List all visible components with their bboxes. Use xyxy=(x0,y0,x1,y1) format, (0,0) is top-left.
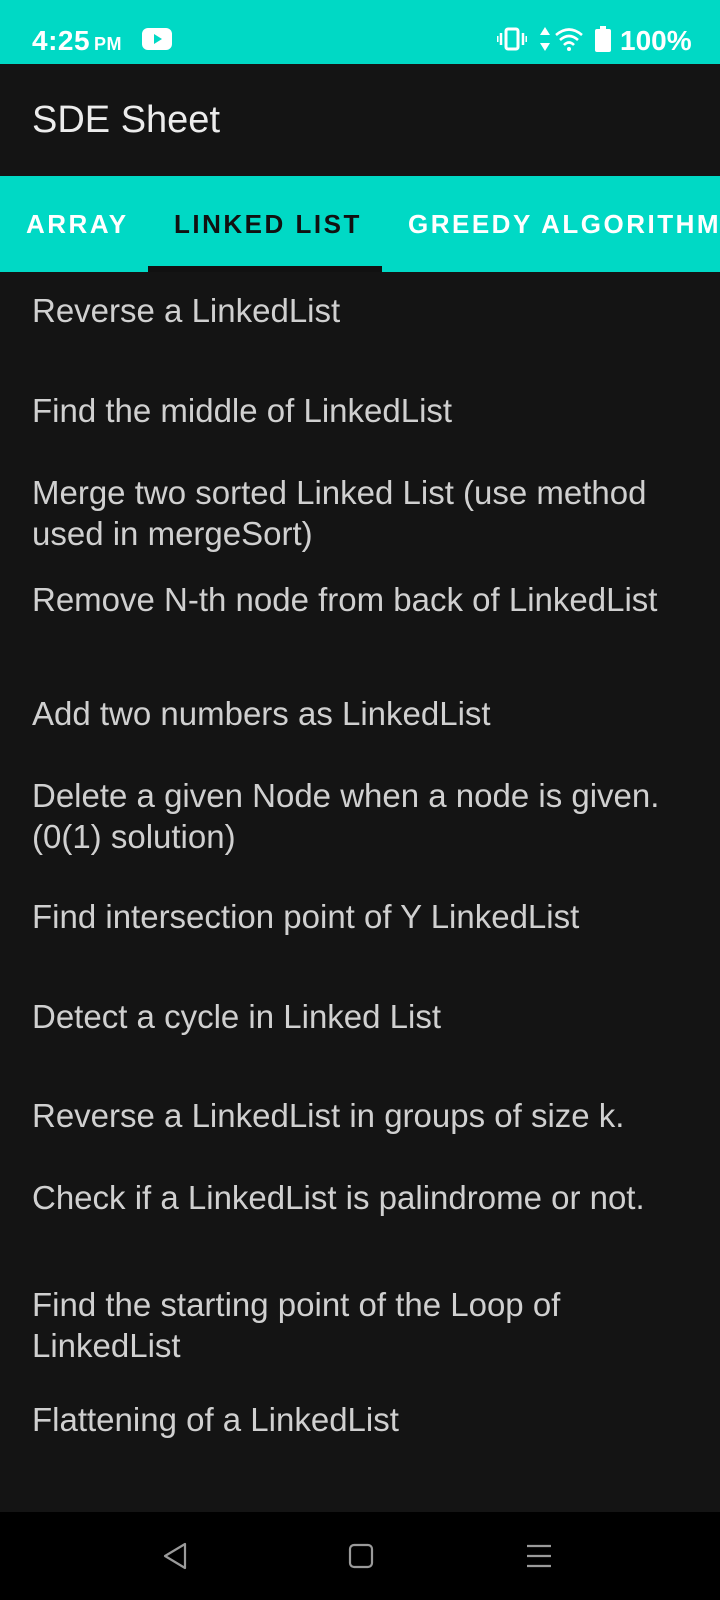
mobile-data-icon xyxy=(540,27,550,51)
back-icon[interactable] xyxy=(161,1540,193,1572)
list-item[interactable]: Detect a cycle in Linked List xyxy=(32,996,692,1037)
navigation-bar xyxy=(0,1512,720,1600)
page-title: SDE Sheet xyxy=(32,99,220,141)
list-item[interactable]: Find the middle of LinkedList xyxy=(32,390,692,431)
list-item[interactable]: Add two numbers as LinkedList xyxy=(32,693,692,734)
list-item[interactable]: Find intersection point of Y LinkedList xyxy=(32,896,692,937)
tab-linked-list[interactable]: LINKED LIST xyxy=(174,176,362,272)
status-time: 4:25 PM xyxy=(32,24,122,61)
app-bar: SDE Sheet xyxy=(0,64,720,176)
list-item[interactable]: Flattening of a LinkedList xyxy=(32,1399,692,1440)
recents-icon[interactable] xyxy=(523,1540,555,1572)
tab-array[interactable]: ARRAY xyxy=(26,176,129,272)
battery-percentage: 100% xyxy=(620,25,692,56)
status-time-value: 4:25 xyxy=(32,25,91,56)
problem-list: Reverse a LinkedList Find the middle of … xyxy=(0,272,720,1512)
status-time-ampm: PM xyxy=(94,34,123,54)
list-item[interactable]: Check if a LinkedList is palindrome or n… xyxy=(32,1177,692,1218)
tab-bar: ARRAY LINKED LIST GREEDY ALGORITHM xyxy=(0,176,720,272)
vibrate-icon xyxy=(497,27,527,51)
home-icon[interactable] xyxy=(345,1540,377,1572)
list-item[interactable]: Reverse a LinkedList xyxy=(32,290,692,331)
battery-icon xyxy=(595,26,611,52)
tab-greedy-algorithm[interactable]: GREEDY ALGORITHM xyxy=(408,176,720,272)
list-item[interactable]: Find the starting point of the Loop of L… xyxy=(32,1284,692,1366)
list-item[interactable]: Merge two sorted Linked List (use method… xyxy=(32,472,692,554)
screen: 4:25 PM 100% SDE Sheet ARRAY LINKED LIST… xyxy=(0,0,720,1600)
status-bar: 4:25 PM 100% xyxy=(0,0,720,64)
list-item[interactable]: Delete a given Node when a node is given… xyxy=(32,775,692,857)
list-item[interactable]: Reverse a LinkedList in groups of size k… xyxy=(32,1095,692,1136)
youtube-icon xyxy=(142,28,172,50)
list-item[interactable]: Remove N-th node from back of LinkedList xyxy=(32,579,692,620)
wifi-icon xyxy=(555,28,583,51)
